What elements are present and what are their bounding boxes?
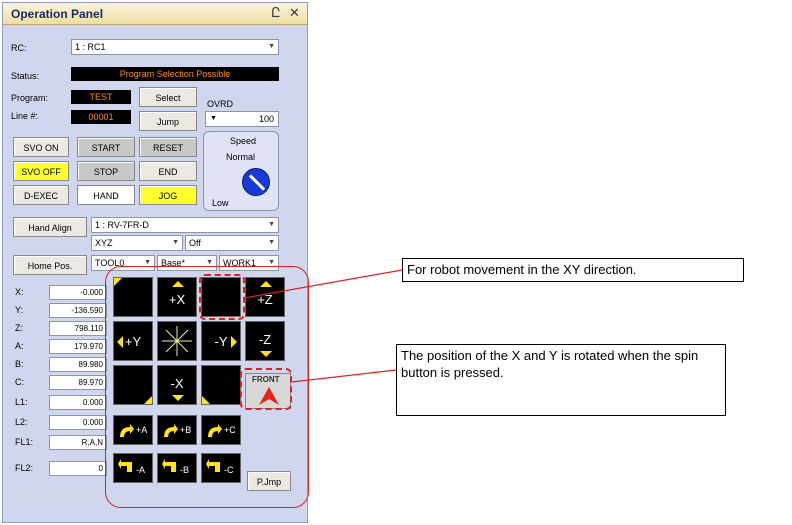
position-value-field: 0.000 <box>49 395 107 410</box>
position-label: FL1: <box>15 437 34 447</box>
rc-label: RC: <box>11 43 27 53</box>
chevron-down-icon: ▼ <box>210 115 217 122</box>
position-label: C: <box>15 377 24 387</box>
position-value-field: 0 <box>49 461 107 476</box>
position-label: B: <box>15 359 24 369</box>
speed-box: Speed Normal Low <box>203 131 279 211</box>
rc-value: 1 : RC1 <box>75 42 106 52</box>
position-value-field: 0.000 <box>49 415 107 430</box>
jump-button[interactable]: Jump <box>139 111 197 131</box>
callout-xy: For robot movement in the XY direction. <box>402 258 744 282</box>
hand-align-button[interactable]: Hand Align <box>13 217 87 237</box>
position-value-field: 798.110 <box>49 321 107 336</box>
position-label: FL2: <box>15 463 34 473</box>
status-field: Program Selection Possible <box>71 67 279 81</box>
robot-value: 1 : RV-7FR-D <box>95 220 149 230</box>
position-value-field: -136.590 <box>49 303 107 318</box>
position-label: L2: <box>15 417 28 427</box>
status-label: Status: <box>11 71 40 81</box>
line-label: Line #: <box>11 111 39 121</box>
position-label: Y: <box>15 305 24 315</box>
ovrd-label: OVRD <box>207 99 234 109</box>
xy-key-highlight <box>199 274 245 320</box>
chevron-down-icon: ▼ <box>172 239 179 246</box>
ovrd-spinner[interactable]: ▼ 100 <box>205 111 279 127</box>
jog-mode-value: XYZ <box>95 238 113 248</box>
home-pos-button[interactable]: Home Pos. <box>13 255 87 275</box>
front-key-highlight <box>240 368 292 410</box>
callout-rotate: The position of the X and Y is rotated w… <box>396 344 726 416</box>
jog-mode-select[interactable]: XYZ ▼ <box>91 235 183 251</box>
program-label: Program: <box>11 93 49 103</box>
chevron-down-icon: ▼ <box>268 43 275 50</box>
knob-indicator-icon <box>248 174 266 191</box>
position-label: A: <box>15 341 24 351</box>
position-value-field: -0.000 <box>49 285 107 300</box>
position-label: X: <box>15 287 24 297</box>
program-field: TEST <box>71 90 131 104</box>
rc-select[interactable]: 1 : RC1 ▼ <box>71 39 279 55</box>
stop-button[interactable]: STOP <box>77 161 135 181</box>
chevron-down-icon: ▼ <box>268 221 275 228</box>
end-button[interactable]: END <box>139 161 197 181</box>
panel-title-bar: Operation Panel Ը ✕ <box>3 3 307 25</box>
off-select[interactable]: Off ▼ <box>185 235 279 251</box>
position-value-field: 89.980 <box>49 357 107 372</box>
position-label: L1: <box>15 397 28 407</box>
speed-low-label: Low <box>212 198 229 208</box>
speed-mode: Normal <box>226 152 256 162</box>
hand-button[interactable]: HAND <box>77 185 135 205</box>
robot-select[interactable]: 1 : RV-7FR-D ▼ <box>91 217 279 233</box>
position-value-field: R,A,N <box>49 435 107 450</box>
start-button[interactable]: START <box>77 137 135 157</box>
panel-title: Operation Panel <box>11 7 104 21</box>
select-button[interactable]: Select <box>139 87 197 107</box>
off-value: Off <box>189 238 201 248</box>
pin-icon[interactable]: Ը <box>271 5 281 21</box>
svo-on-button[interactable]: SVO ON <box>13 137 69 157</box>
position-label: Z: <box>15 323 23 333</box>
ovrd-value: 100 <box>258 114 274 124</box>
svo-off-button[interactable]: SVO OFF <box>13 161 69 181</box>
close-icon[interactable]: ✕ <box>289 5 300 21</box>
speed-title: Speed <box>230 136 257 146</box>
reset-button[interactable]: RESET <box>139 137 197 157</box>
d-exec-button[interactable]: D-EXEC <box>13 185 69 205</box>
speed-knob[interactable] <box>242 168 270 196</box>
position-value-field: 179.970 <box>49 339 107 354</box>
line-field: 00001 <box>71 110 131 124</box>
jog-button[interactable]: JOG <box>139 185 197 205</box>
chevron-down-icon: ▼ <box>268 239 275 246</box>
position-value-field: 89.970 <box>49 375 107 390</box>
